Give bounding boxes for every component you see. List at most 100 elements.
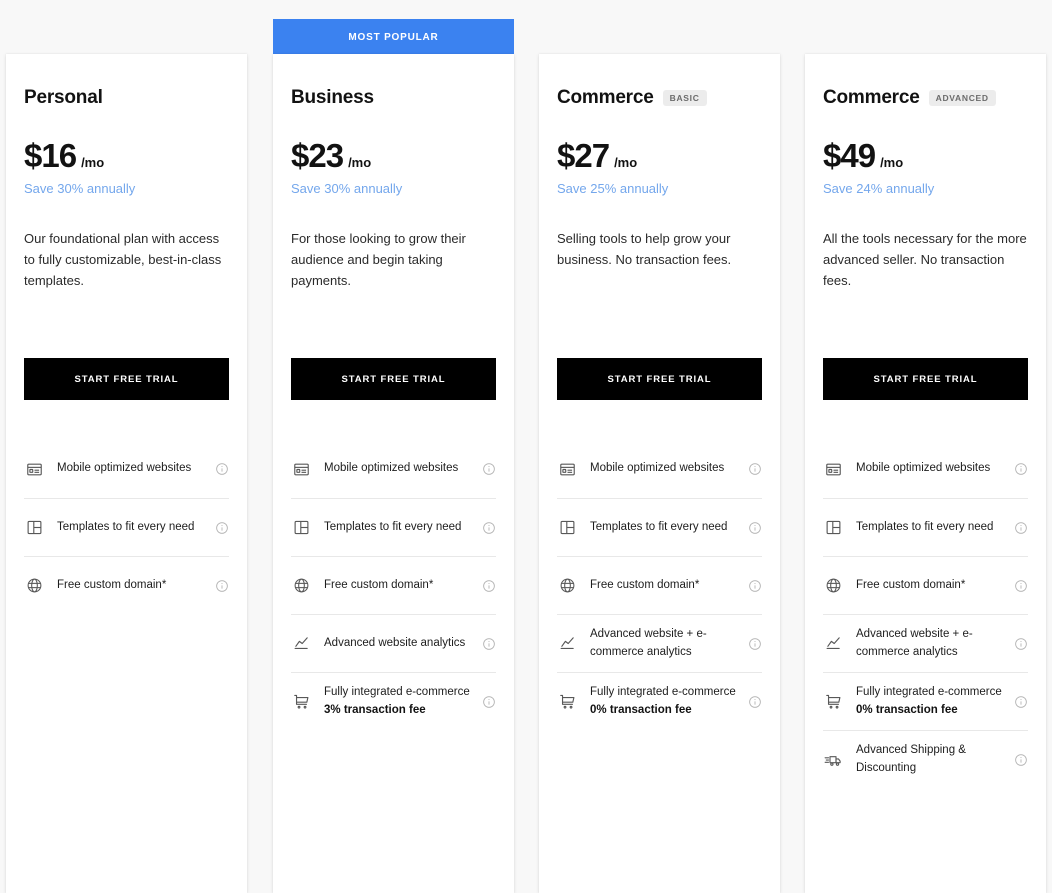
info-icon[interactable] xyxy=(482,462,496,476)
feature-label-text: Mobile optimized websites xyxy=(324,462,459,475)
feature-row: Fully integrated e-commerce 0% transactio… xyxy=(557,672,762,730)
annual-savings-link[interactable]: Save 30% annually xyxy=(291,181,496,196)
feature-label: Templates to fit every need xyxy=(856,519,1008,536)
globe-icon xyxy=(557,577,577,594)
browser-window-icon xyxy=(823,461,843,478)
plan-price-period: /mo xyxy=(348,155,372,170)
pricing-card: Commerce ADVANCED $49/mo Save 24% annually A… xyxy=(805,54,1046,893)
pricing-card-body: Commerce BASIC $27/mo Save 25% annually Sell… xyxy=(539,54,780,893)
info-icon[interactable] xyxy=(482,521,496,535)
info-icon[interactable] xyxy=(748,579,762,593)
info-icon[interactable] xyxy=(748,521,762,535)
feature-label: Free custom domain* xyxy=(324,577,476,594)
info-icon[interactable] xyxy=(215,579,229,593)
feature-label: Free custom domain* xyxy=(57,577,209,594)
feature-sublabel: 3% transaction fee xyxy=(324,703,426,716)
browser-window-icon xyxy=(557,461,577,478)
feature-label: Fully integrated e-commerce 0% transactio… xyxy=(590,684,742,718)
shopping-cart-icon xyxy=(291,693,311,710)
feature-list: Mobile optimized websites Templates to fi… xyxy=(823,440,1028,788)
info-icon[interactable] xyxy=(1014,637,1028,651)
info-icon[interactable] xyxy=(1014,753,1028,767)
feature-label: Templates to fit every need xyxy=(57,519,209,536)
info-icon[interactable] xyxy=(1014,462,1028,476)
plan-header: Commerce ADVANCED xyxy=(823,54,1028,109)
most-popular-label: MOST POPULAR xyxy=(348,31,439,43)
feature-label-text: Fully integrated e-commerce xyxy=(590,686,736,699)
analytics-chart-icon xyxy=(291,635,311,652)
feature-row: Templates to fit every need xyxy=(823,498,1028,556)
pricing-card-body: Business $23/mo Save 30% annually For those… xyxy=(273,54,514,893)
feature-label-text: Mobile optimized websites xyxy=(856,462,991,475)
info-icon[interactable] xyxy=(748,637,762,651)
start-free-trial-button[interactable]: START FREE TRIAL xyxy=(291,358,496,400)
feature-row: Advanced Shipping & Discounting xyxy=(823,730,1028,788)
feature-row: Free custom domain* xyxy=(291,556,496,614)
feature-row: Free custom domain* xyxy=(557,556,762,614)
feature-label: Advanced website + e-commerce analytics xyxy=(856,626,1008,660)
feature-label-text: Templates to fit every need xyxy=(856,520,994,533)
feature-label: Free custom domain* xyxy=(856,577,1008,594)
annual-savings-link[interactable]: Save 30% annually xyxy=(24,181,229,196)
feature-label-text: Free custom domain* xyxy=(324,578,434,591)
feature-label: Templates to fit every need xyxy=(590,519,742,536)
price-row: $49/mo xyxy=(823,139,1028,172)
analytics-chart-icon xyxy=(557,635,577,652)
feature-label-text: Advanced website + e-commerce analytics xyxy=(856,628,973,658)
start-free-trial-button[interactable]: START FREE TRIAL xyxy=(24,358,229,400)
feature-row: Fully integrated e-commerce 0% transactio… xyxy=(823,672,1028,730)
feature-label: Mobile optimized websites xyxy=(57,460,209,477)
pricing-card: Personal $16/mo Save 30% annually Our found… xyxy=(6,54,247,893)
plan-name: Business xyxy=(291,87,374,108)
info-icon[interactable] xyxy=(748,462,762,476)
annual-savings-link[interactable]: Save 25% annually xyxy=(557,181,762,196)
feature-label-text: Templates to fit every need xyxy=(57,520,195,533)
info-icon[interactable] xyxy=(748,695,762,709)
analytics-chart-icon xyxy=(823,635,843,652)
plan-price-period: /mo xyxy=(614,155,638,170)
info-icon[interactable] xyxy=(1014,579,1028,593)
layout-grid-icon xyxy=(557,519,577,536)
feature-label-text: Mobile optimized websites xyxy=(57,462,192,475)
start-free-trial-button[interactable]: START FREE TRIAL xyxy=(557,358,762,400)
info-icon[interactable] xyxy=(215,521,229,535)
plan-description: Our foundational plan with access to ful… xyxy=(24,231,222,289)
info-icon[interactable] xyxy=(482,579,496,593)
feature-label-text: Templates to fit every need xyxy=(324,520,462,533)
price-row: $23/mo xyxy=(291,139,496,172)
feature-label: Fully integrated e-commerce 3% transactio… xyxy=(324,684,476,718)
shopping-cart-icon xyxy=(557,693,577,710)
plan-price-period: /mo xyxy=(880,155,904,170)
plan-tier-badge: ADVANCED xyxy=(928,89,996,107)
feature-row: Templates to fit every need xyxy=(24,498,229,556)
feature-label-text: Templates to fit every need xyxy=(590,520,728,533)
plan-header: Commerce BASIC xyxy=(557,54,762,109)
plan-price: $27 xyxy=(557,137,610,174)
feature-row: Templates to fit every need xyxy=(557,498,762,556)
annual-savings-link[interactable]: Save 24% annually xyxy=(823,181,1028,196)
info-icon[interactable] xyxy=(482,695,496,709)
feature-label: Fully integrated e-commerce 0% transactio… xyxy=(856,684,1008,718)
feature-row: Templates to fit every need xyxy=(291,498,496,556)
plan-price: $49 xyxy=(823,137,876,174)
plan-name: Commerce xyxy=(823,87,920,108)
info-icon[interactable] xyxy=(1014,521,1028,535)
plan-price-period: /mo xyxy=(81,155,105,170)
feature-row: Advanced website + e-commerce analytics xyxy=(823,614,1028,672)
feature-label: Templates to fit every need xyxy=(324,519,476,536)
pricing-card-body: Commerce ADVANCED $49/mo Save 24% annually A… xyxy=(805,54,1046,893)
plan-header: Business xyxy=(291,54,496,109)
feature-label-text: Fully integrated e-commerce xyxy=(324,686,470,699)
feature-row: Advanced website analytics xyxy=(291,614,496,672)
pricing-card: Business $23/mo Save 30% annually For those… xyxy=(273,54,514,893)
plan-description: All the tools necessary for the more adv… xyxy=(823,231,1027,289)
plan-description: Selling tools to help grow your business… xyxy=(557,231,732,268)
browser-window-icon xyxy=(291,461,311,478)
info-icon[interactable] xyxy=(215,462,229,476)
info-icon[interactable] xyxy=(482,637,496,651)
info-icon[interactable] xyxy=(1014,695,1028,709)
feature-row: Fully integrated e-commerce 3% transactio… xyxy=(291,672,496,730)
start-free-trial-button[interactable]: START FREE TRIAL xyxy=(823,358,1028,400)
feature-label: Free custom domain* xyxy=(590,577,742,594)
feature-label-text: Free custom domain* xyxy=(590,578,700,591)
